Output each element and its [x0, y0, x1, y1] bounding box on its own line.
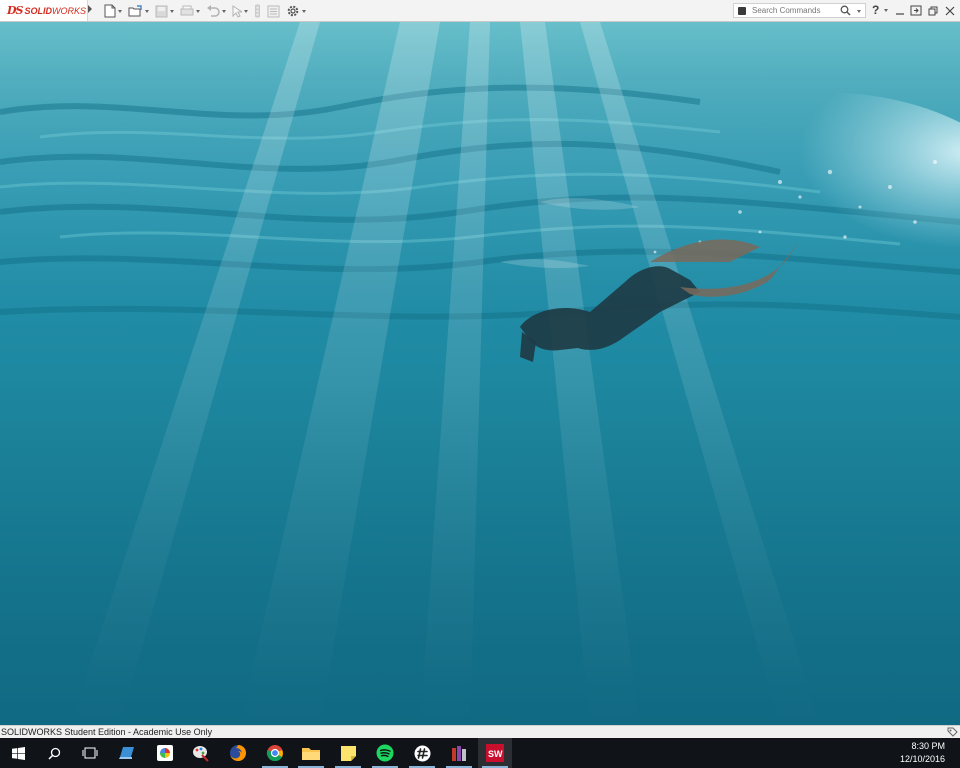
taskbar-solidworks[interactable]: SW	[478, 738, 512, 768]
start-button[interactable]	[1, 738, 35, 768]
taskbar-firefox[interactable]	[221, 738, 255, 768]
restore-inner-button[interactable]	[909, 3, 923, 18]
undo-button[interactable]	[206, 2, 226, 20]
select-arrow-icon	[232, 4, 242, 18]
search-icon	[47, 747, 60, 760]
minimize-button[interactable]	[893, 3, 907, 18]
close-icon	[945, 6, 955, 15]
undo-icon	[207, 5, 220, 17]
maximize-icon	[928, 6, 937, 15]
save-icon	[155, 5, 168, 17]
new-dropdown-icon[interactable]	[118, 9, 122, 13]
select-button[interactable]	[232, 2, 248, 20]
status-edition-text: SOLIDWORKS Student Edition - Academic Us…	[1, 727, 213, 737]
taskbar-sticky-notes[interactable]	[331, 738, 365, 768]
chrome-icon	[266, 745, 283, 762]
taskbar-laptop-app[interactable]	[111, 738, 145, 768]
new-document-icon	[104, 4, 116, 18]
save-button[interactable]	[155, 2, 174, 20]
photos-icon	[157, 745, 173, 761]
search-icon[interactable]	[840, 5, 851, 16]
windows-taskbar: SW 8:30 PM 12/10/2016	[0, 738, 960, 768]
taskbar-paint-app[interactable]	[184, 738, 218, 768]
archive-books-icon	[451, 745, 466, 761]
menu-expand-arrow-icon[interactable]	[88, 5, 92, 13]
solidworks-toolbar: DS SOLIDWORKS Search Commands ?	[0, 0, 960, 22]
logo-text-thin: WORKS	[52, 5, 87, 16]
task-view-icon	[82, 747, 98, 759]
folder-icon	[302, 747, 320, 760]
search-mode-icon[interactable]	[738, 6, 746, 15]
taskbar-file-explorer[interactable]	[294, 738, 328, 768]
logo-text: SOLIDWORKS	[24, 6, 86, 16]
taskbar-spotify[interactable]	[368, 738, 402, 768]
help-button[interactable]: ?	[872, 3, 879, 17]
select-dropdown-icon[interactable]	[244, 9, 248, 13]
search-commands-box	[733, 3, 866, 18]
taskbar-search-button[interactable]	[37, 738, 71, 768]
sticky-notes-icon	[340, 745, 356, 761]
open-folder-icon	[128, 4, 142, 16]
clock-date: 12/10/2016	[899, 754, 945, 764]
solidworks-logo[interactable]: DS SOLIDWORKS	[0, 0, 88, 21]
save-dropdown-icon[interactable]	[170, 9, 174, 13]
maximize-button[interactable]	[926, 3, 940, 18]
open-dropdown-icon[interactable]	[145, 9, 149, 13]
file-properties-icon	[267, 5, 280, 17]
paint-icon	[193, 746, 209, 762]
search-commands-input[interactable]	[752, 6, 840, 15]
rebuild-traffic-light-icon	[255, 4, 260, 18]
graphics-area-wallpaper[interactable]	[0, 22, 960, 725]
slack-icon	[414, 745, 430, 761]
taskbar-archive-app[interactable]	[442, 738, 476, 768]
minimize-icon	[896, 12, 904, 15]
print-button[interactable]	[180, 2, 200, 20]
laptop-app-icon	[119, 747, 134, 759]
status-bar: SOLIDWORKS Student Edition - Academic Us…	[0, 725, 960, 738]
solidworks-app-icon: SW	[486, 744, 504, 762]
restore-window-icon	[910, 5, 922, 16]
underwater-scene	[0, 22, 960, 725]
new-document-button[interactable]	[104, 2, 122, 20]
firefox-icon	[230, 745, 246, 761]
windows-logo-icon	[11, 746, 25, 760]
print-dropdown-icon[interactable]	[196, 9, 200, 13]
taskbar-clock[interactable]: 8:30 PM 12/10/2016	[900, 740, 945, 766]
options-button[interactable]	[286, 2, 306, 20]
taskbar-slack[interactable]	[405, 738, 439, 768]
svg-text:SW: SW	[488, 749, 503, 759]
undo-dropdown-icon[interactable]	[222, 9, 226, 13]
quick-access-tools	[104, 2, 312, 20]
taskbar-chrome[interactable]	[258, 738, 292, 768]
file-properties-button[interactable]	[267, 2, 280, 20]
help-dropdown-icon[interactable]	[884, 9, 888, 12]
gear-icon	[287, 5, 299, 17]
clock-time: 8:30 PM	[911, 741, 945, 751]
options-dropdown-icon[interactable]	[302, 9, 306, 13]
ds-logo-mark: DS	[7, 4, 24, 17]
open-button[interactable]	[128, 2, 149, 20]
task-view-button[interactable]	[73, 738, 107, 768]
logo-text-bold: SOLID	[24, 5, 52, 16]
print-icon	[180, 5, 194, 16]
rebuild-button[interactable]	[254, 2, 261, 20]
spotify-icon	[376, 744, 394, 762]
status-tag-icon[interactable]	[947, 727, 958, 737]
taskbar-photos-app[interactable]	[148, 738, 182, 768]
search-dropdown-icon[interactable]	[857, 10, 861, 13]
close-button[interactable]	[943, 3, 957, 18]
